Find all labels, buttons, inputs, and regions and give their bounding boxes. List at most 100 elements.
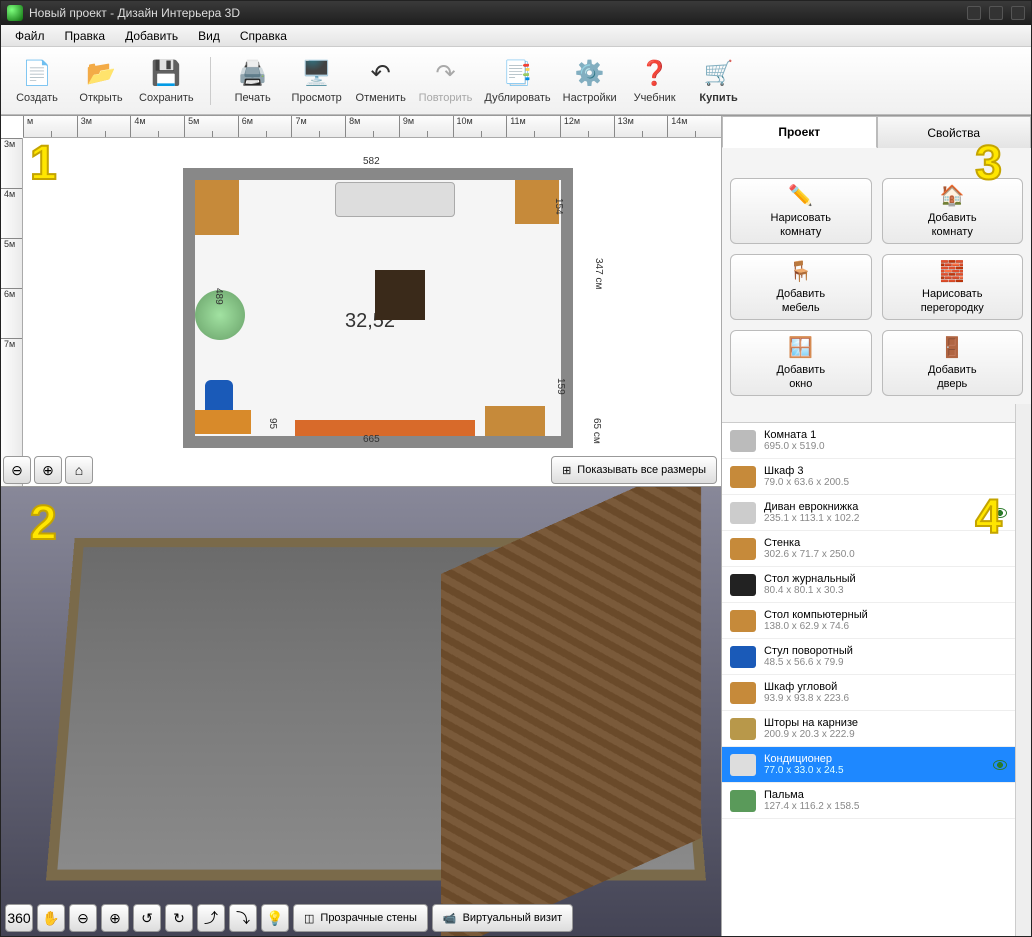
toolbar-учебник[interactable]: ❓Учебник [629, 58, 681, 104]
plan-canvas[interactable]: 32,52 582 154 347 см 665 [23, 138, 721, 450]
scene-item-name: Шкаф 3 [764, 465, 849, 477]
transparent-walls-button[interactable]: ◫ Прозрачные стены [293, 904, 428, 932]
zoom-out-button[interactable]: ⊖ [3, 456, 31, 484]
virtual-visit-label: Виртуальный визит [463, 912, 563, 924]
ruler-tick: 3м [1, 138, 22, 188]
scene-item-icon [730, 754, 756, 776]
dim-corner: 159 [555, 378, 566, 395]
desk[interactable] [195, 410, 251, 434]
toolbar-дублировать[interactable]: 📑Дублировать [484, 58, 550, 104]
toolbar-просмотр[interactable]: 🖥️Просмотр [291, 58, 343, 104]
room-outline[interactable]: 32,52 [183, 168, 573, 448]
action-label: Добавитькомнату [928, 212, 977, 238]
pan-button[interactable]: ✋ [37, 904, 65, 932]
rotate-left-button[interactable]: ↺ [133, 904, 161, 932]
ruler-tick: 4м [1, 188, 22, 238]
maximize-button[interactable] [989, 6, 1003, 20]
scene-item[interactable]: Шторы на карнизе200.9 x 20.3 x 222.9 [722, 711, 1015, 747]
scene-item[interactable]: Стол компьютерный138.0 x 62.9 x 74.6 [722, 603, 1015, 639]
dim-door: 95 [267, 418, 278, 429]
menu-добавить[interactable]: Добавить [115, 27, 188, 45]
создать-icon: 📄 [21, 58, 53, 90]
tab-project[interactable]: Проект [722, 116, 877, 148]
tilt-up-button[interactable]: ⤴ [197, 904, 225, 932]
scene-item-icon [730, 574, 756, 596]
view-3d-area[interactable]: 360 ✋ ⊖ ⊕ ↺ ↻ ⤴ ⤵ 💡 ◫ Прозрачные стены 📹 [1, 486, 721, 936]
scene-item-dims: 302.6 x 71.7 x 250.0 [764, 549, 855, 560]
отменить-icon: ↶ [365, 58, 397, 90]
show-dimensions-button[interactable]: ⊞ Показывать все размеры [551, 456, 717, 484]
wall-unit[interactable] [295, 420, 475, 436]
action-label: Добавитьдверь [928, 364, 977, 390]
scene-item[interactable]: Шкаф угловой93.9 x 93.8 x 223.6 [722, 675, 1015, 711]
virtual-visit-button[interactable]: 📹 Виртуальный визит [432, 904, 573, 932]
tilt-down-button[interactable]: ⤵ [229, 904, 257, 932]
zoom-in-button[interactable]: ⊕ [34, 456, 62, 484]
home-button[interactable]: ⌂ [65, 456, 93, 484]
ruler-tick: 7м [1, 338, 22, 388]
перегородку-icon: 🧱 [939, 259, 965, 285]
action-перегородку[interactable]: 🧱Нарисоватьперегородку [882, 254, 1024, 320]
scene-item[interactable]: Диван еврокнижка235.1 x 113.1 x 102.2 [722, 495, 1015, 531]
menu-правка[interactable]: Правка [55, 27, 116, 45]
dimensions-icon: ⊞ [562, 464, 571, 477]
scene-item[interactable]: Комната 1695.0 x 519.0 [722, 423, 1015, 459]
toolbar-сохранить[interactable]: 💾Сохранить [139, 58, 194, 104]
scene-item-dims: 79.0 x 63.6 x 200.5 [764, 477, 849, 488]
toolbar-label: Дублировать [484, 92, 550, 104]
action-комнату[interactable]: 🏠Добавитькомнату [882, 178, 1024, 244]
ruler-tick: 6м [1, 288, 22, 338]
мебель-icon: 🪑 [788, 259, 814, 285]
light-button[interactable]: 💡 [261, 904, 289, 932]
toolbar-отменить[interactable]: ↶Отменить [355, 58, 407, 104]
action-label: Нарисоватькомнату [771, 212, 831, 238]
menu-справка[interactable]: Справка [230, 27, 297, 45]
action-дверь[interactable]: 🚪Добавитьдверь [882, 330, 1024, 396]
rotate-right-button[interactable]: ↻ [165, 904, 193, 932]
wardrobe[interactable] [195, 180, 239, 235]
scene-item-name: Кондиционер [764, 753, 844, 765]
coffee-table[interactable] [375, 270, 425, 320]
ruler-tick: 10м [453, 116, 507, 137]
zoom-in-3d-button[interactable]: ⊕ [101, 904, 129, 932]
scene-item-dims: 80.4 x 80.1 x 30.3 [764, 585, 856, 596]
walls-icon: ◫ [304, 912, 314, 925]
scrollbar[interactable] [1015, 404, 1031, 936]
печать-icon: 🖨️ [237, 58, 269, 90]
scene-item-icon [730, 790, 756, 812]
dim-r1: 154 [553, 198, 564, 215]
toolbar-создать[interactable]: 📄Создать [11, 58, 63, 104]
ruler-tick: 4м [130, 116, 184, 137]
titlebar: Новый проект - Дизайн Интерьера 3D [1, 1, 1031, 25]
scene-item[interactable]: Шкаф 379.0 x 63.6 x 200.5 [722, 459, 1015, 495]
action-комнату[interactable]: ✏️Нарисоватькомнату [730, 178, 872, 244]
visibility-eye-icon[interactable] [993, 760, 1007, 770]
close-button[interactable] [1011, 6, 1025, 20]
scene-item-name: Стол журнальный [764, 573, 856, 585]
visibility-eye-icon[interactable] [993, 508, 1007, 518]
tab-properties[interactable]: Свойства [877, 116, 1032, 148]
toolbar-купить[interactable]: 🛒Купить [693, 58, 745, 104]
zoom-out-3d-button[interactable]: ⊖ [69, 904, 97, 932]
scene-item-icon [730, 646, 756, 668]
scene-list[interactable]: Комната 1695.0 x 519.0Шкаф 379.0 x 63.6 … [722, 422, 1015, 936]
scene-item[interactable]: Кондиционер77.0 x 33.0 x 24.5 [722, 747, 1015, 783]
toolbar-повторить[interactable]: ↷Повторить [419, 58, 473, 104]
toolbar-печать[interactable]: 🖨️Печать [227, 58, 279, 104]
plan-2d-area[interactable]: м3м4м5м6м7м8м9м10м11м12м13м14м 3м4м5м6м7… [1, 116, 721, 486]
scene-item[interactable]: Стул поворотный48.5 x 56.6 x 79.9 [722, 639, 1015, 675]
corner-unit[interactable] [485, 406, 545, 436]
scene-item[interactable]: Стенка302.6 x 71.7 x 250.0 [722, 531, 1015, 567]
rotate-360-button[interactable]: 360 [5, 904, 33, 932]
minimize-button[interactable] [967, 6, 981, 20]
toolbar-открыть[interactable]: 📂Открыть [75, 58, 127, 104]
action-мебель[interactable]: 🪑Добавитьмебель [730, 254, 872, 320]
scene-item[interactable]: Стол журнальный80.4 x 80.1 x 30.3 [722, 567, 1015, 603]
toolbar-настройки[interactable]: ⚙️Настройки [563, 58, 617, 104]
menu-файл[interactable]: Файл [5, 27, 55, 45]
scene-item[interactable]: Пальма127.4 x 116.2 x 158.5 [722, 783, 1015, 819]
action-окно[interactable]: 🪟Добавитьокно [730, 330, 872, 396]
chair[interactable] [205, 380, 233, 412]
menu-вид[interactable]: Вид [188, 27, 230, 45]
sofa-top[interactable] [335, 182, 455, 217]
